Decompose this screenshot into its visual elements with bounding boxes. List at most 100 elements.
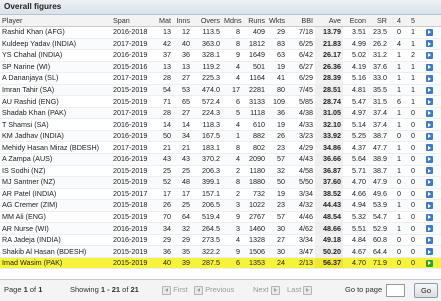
- pagination-bar: Page 1 of 1 Showing 1 - 21 of 21 First P…: [0, 279, 441, 301]
- play-arrow-icon[interactable]: [425, 109, 433, 117]
- cell-action: [417, 141, 441, 154]
- go-button[interactable]: Go: [414, 283, 438, 298]
- cell-span: 2017-2019: [111, 38, 154, 51]
- col-header-mdns[interactable]: Mdns: [222, 15, 242, 27]
- cell-five-wkts: 1: [403, 38, 417, 51]
- cell-five-wkts: 2: [403, 49, 417, 62]
- cell-span: 2016-2019: [111, 153, 154, 166]
- cell-player[interactable]: IS Sodhi (NZ): [0, 165, 111, 178]
- play-arrow-icon[interactable]: [425, 51, 433, 59]
- table-row: Shakib Al Hasan (BDESH) 2015-2019 36 35 322.…: [0, 245, 441, 258]
- cell-player[interactable]: Imran Tahir (SA): [0, 84, 111, 97]
- play-arrow-icon[interactable]: [425, 63, 433, 71]
- cell-overs: 399.1: [192, 176, 222, 189]
- play-arrow-icon[interactable]: [425, 86, 433, 94]
- cell-bbi: 4/33: [287, 118, 315, 131]
- cell-econ: 4.84: [343, 234, 368, 247]
- play-arrow-icon[interactable]: [425, 236, 433, 244]
- cell-mdns: 4: [222, 61, 242, 74]
- cell-ave: 50.20: [315, 245, 343, 258]
- cell-player[interactable]: MJ Santner (NZ): [0, 176, 111, 189]
- cell-player[interactable]: Shadab Khan (PAK): [0, 107, 111, 120]
- cell-mat: 17: [154, 188, 173, 201]
- cell-mat: 29: [154, 234, 173, 247]
- cell-mat: 70: [154, 211, 173, 224]
- table-row: SP Narine (WI) 2015-2016 13 13 119.2 4 501 19 6/…: [0, 61, 441, 74]
- cell-inns: 25: [173, 165, 192, 178]
- previous-page-button[interactable]: Previous: [194, 285, 234, 295]
- play-arrow-icon[interactable]: [425, 259, 433, 267]
- play-arrow-icon[interactable]: [425, 167, 433, 175]
- cell-mdns: 2: [222, 188, 242, 201]
- cell-bbi: 3/34: [287, 234, 315, 247]
- cell-player[interactable]: AR Patel (INDIA): [0, 188, 111, 201]
- cell-player[interactable]: Rashid Khan (AFG): [0, 26, 111, 39]
- cell-player[interactable]: T Shamsi (SA): [0, 118, 111, 131]
- cell-player[interactable]: A Dananjaya (SL): [0, 72, 111, 85]
- play-arrow-icon[interactable]: [425, 144, 433, 152]
- cell-player[interactable]: KM Jadhav (INDIA): [0, 130, 111, 143]
- cell-overs: 363.0: [192, 38, 222, 51]
- cell-sr: 38.7: [368, 165, 389, 178]
- play-arrow-icon[interactable]: [425, 190, 433, 198]
- col-header-runs[interactable]: Runs: [242, 15, 267, 27]
- play-arrow-icon[interactable]: [425, 178, 433, 186]
- cell-overs: 167.5: [192, 130, 222, 143]
- play-arrow-icon[interactable]: [425, 40, 433, 48]
- play-arrow-icon[interactable]: [425, 248, 433, 256]
- cell-player[interactable]: Kuldeep Yadav (INDIA): [0, 38, 111, 51]
- cell-mdns: 1: [222, 130, 242, 143]
- cell-player[interactable]: AR Nurse (WI): [0, 222, 111, 235]
- col-header-player[interactable]: Player: [0, 15, 111, 27]
- cell-bbi: 4/43: [287, 153, 315, 166]
- cell-five-wkts: 1: [403, 61, 417, 74]
- col-header-overs[interactable]: Overs: [192, 15, 222, 27]
- first-page-button[interactable]: First: [162, 285, 188, 295]
- play-arrow-icon[interactable]: [425, 225, 433, 233]
- cell-player[interactable]: Mehidy Hasan Miraz (BDESH): [0, 141, 111, 154]
- play-arrow-icon[interactable]: [425, 121, 433, 129]
- play-arrow-icon[interactable]: [425, 28, 433, 36]
- play-arrow-icon[interactable]: [425, 75, 433, 83]
- cell-overs: 157.1: [192, 188, 222, 201]
- col-header-wkts[interactable]: Wkts: [267, 15, 287, 27]
- cell-wkts: 57: [267, 153, 287, 166]
- cell-player[interactable]: SP Narine (WI): [0, 61, 111, 74]
- cell-overs: 113.5: [192, 26, 222, 39]
- cell-mdns: 8: [222, 26, 242, 39]
- cell-bbi: 5/50: [287, 176, 315, 189]
- cell-player[interactable]: Shakib Al Hasan (BDESH): [0, 245, 111, 258]
- cell-mdns: 8: [222, 141, 242, 154]
- col-header-5w[interactable]: 5: [403, 15, 417, 27]
- cell-overs: 322.2: [192, 245, 222, 258]
- cell-wkts: 32: [267, 165, 287, 178]
- play-arrow-icon[interactable]: [425, 202, 433, 210]
- play-arrow-icon[interactable]: [425, 155, 433, 163]
- col-header-4w[interactable]: 4: [389, 15, 403, 27]
- col-header-sr[interactable]: SR: [368, 15, 389, 27]
- col-header-ave[interactable]: Ave: [315, 15, 343, 27]
- col-header-bbi[interactable]: BBI: [287, 15, 315, 27]
- col-header-mat[interactable]: Mat: [154, 15, 173, 27]
- cell-player[interactable]: RA Jadeja (INDIA): [0, 234, 111, 247]
- cell-player[interactable]: A Zampa (AUS): [0, 153, 111, 166]
- cell-mat: 40: [154, 257, 173, 270]
- play-arrow-icon[interactable]: [425, 213, 433, 221]
- table-row: YS Chahal (INDIA) 2016-2019 37 36 328.1 9 1649…: [0, 49, 441, 62]
- last-page-button[interactable]: Last: [287, 285, 313, 295]
- col-header-econ[interactable]: Econ: [343, 15, 368, 27]
- last-page-icon: [303, 285, 313, 295]
- col-header-span[interactable]: Span: [111, 15, 154, 27]
- cell-ave: 28.39: [315, 72, 343, 85]
- col-header-inns[interactable]: Inns: [173, 15, 192, 27]
- play-arrow-icon[interactable]: [425, 132, 433, 140]
- cell-player[interactable]: Imad Wasim (PAK): [0, 257, 111, 270]
- cell-player[interactable]: YS Chahal (INDIA): [0, 49, 111, 62]
- page-of-label: of: [29, 285, 37, 294]
- cell-player[interactable]: AG Cremer (ZIM): [0, 199, 111, 212]
- next-page-button[interactable]: Next: [253, 285, 280, 295]
- goto-page-input[interactable]: [386, 284, 405, 297]
- cell-player[interactable]: AU Rashid (ENG): [0, 95, 111, 108]
- play-arrow-icon[interactable]: [425, 98, 433, 106]
- cell-player[interactable]: MM Ali (ENG): [0, 211, 111, 224]
